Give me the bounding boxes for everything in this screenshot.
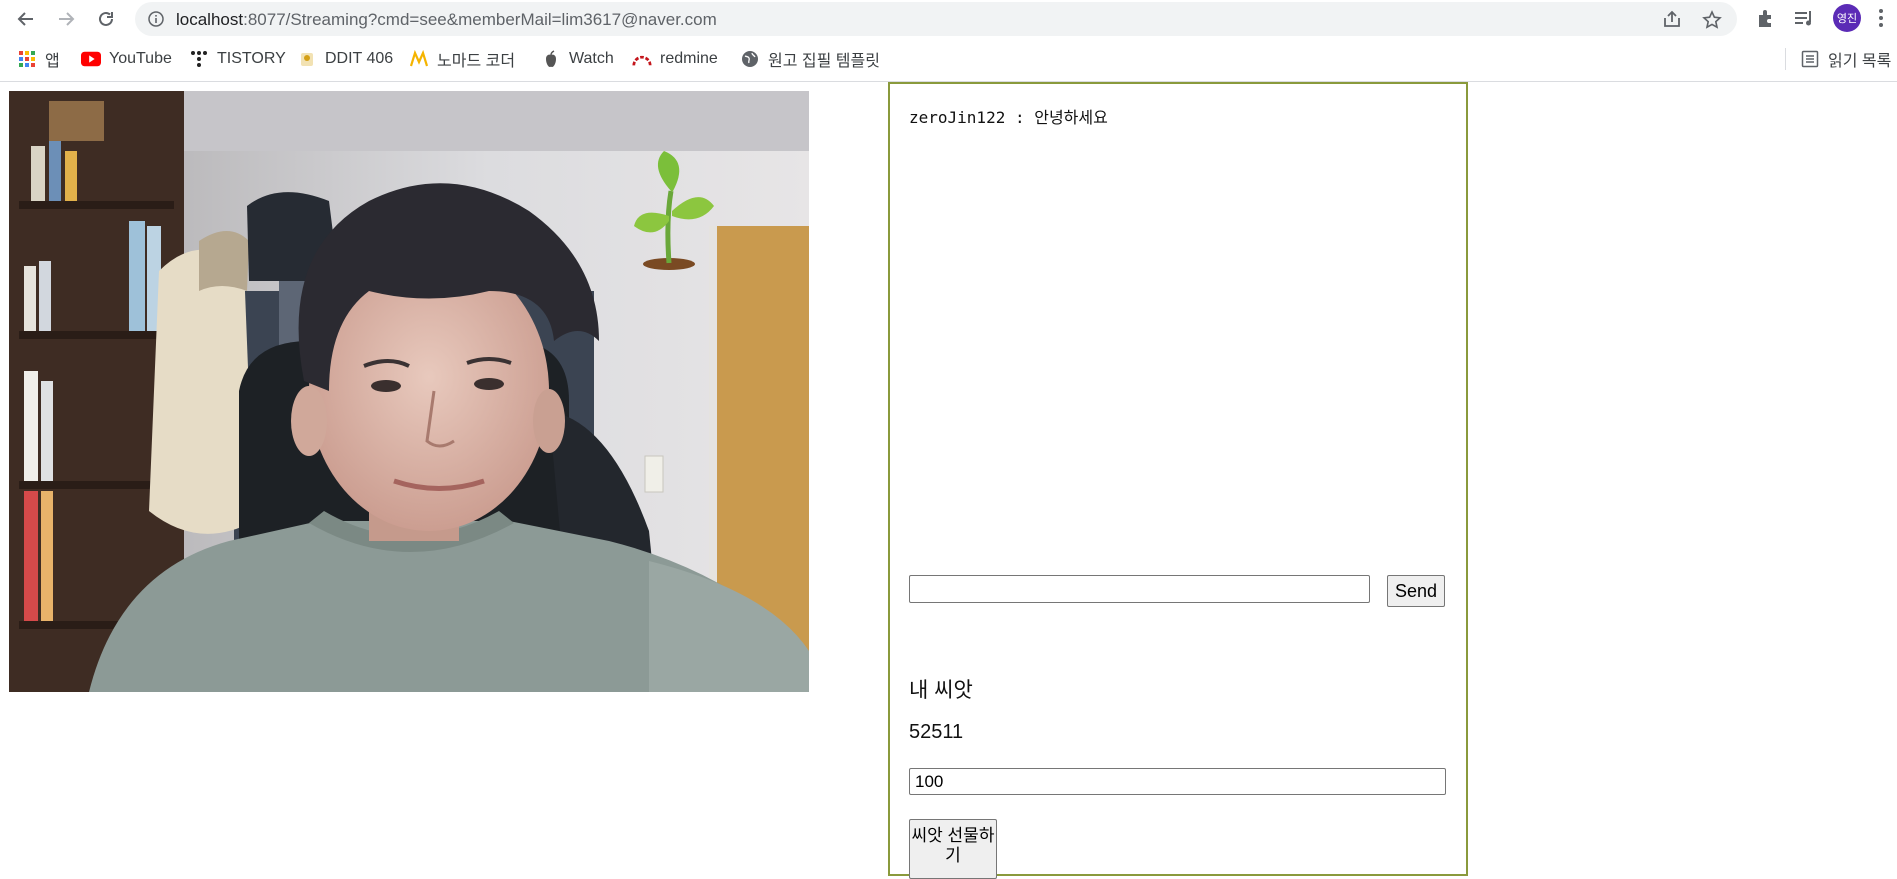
bookmark-label: YouTube	[109, 50, 172, 67]
bookmark-ddit[interactable]: DDIT 406	[297, 48, 393, 70]
address-bar[interactable]: localhost:8077/Streaming?cmd=see&memberM…	[135, 2, 1737, 36]
bookmarks-divider	[1785, 48, 1786, 70]
site-info-icon[interactable]	[148, 11, 164, 32]
chat-message: zeroJin122 : 안녕하세요	[909, 108, 1108, 127]
bookmark-tistory[interactable]: TISTORY	[189, 48, 286, 70]
bookmark-label: redmine	[660, 50, 718, 67]
url-path: :8077/Streaming?cmd=see&memberMail=lim36…	[243, 10, 717, 29]
bookmark-label: TISTORY	[217, 50, 286, 67]
bookmark-label: DDIT 406	[325, 50, 394, 67]
bookmark-label: 원고 집필 템플릿	[768, 53, 880, 70]
share-icon[interactable]	[1662, 10, 1682, 33]
youtube-icon	[81, 49, 101, 69]
bookmark-label: Watch	[569, 50, 614, 67]
profile-avatar[interactable]: 영진	[1833, 4, 1861, 32]
webcam-frame	[9, 91, 809, 692]
media-control-icon[interactable]	[1793, 7, 1815, 34]
bookmark-template[interactable]: 원고 집필 템플릿	[740, 48, 880, 70]
browser-toolbar: localhost:8077/Streaming?cmd=see&memberM…	[0, 0, 1897, 38]
seed-count: 52511	[909, 721, 964, 743]
reading-list-label: 읽기 목록	[1828, 53, 1892, 70]
reload-icon[interactable]	[94, 7, 118, 31]
seed-label: 내 씨앗	[909, 679, 973, 702]
back-icon[interactable]	[14, 7, 38, 31]
url-host: localhost	[176, 10, 244, 29]
menu-kebab-icon[interactable]	[1878, 7, 1884, 34]
forward-icon[interactable]	[54, 7, 78, 31]
extensions-icon[interactable]	[1755, 7, 1777, 34]
apps-grid-icon	[17, 49, 37, 69]
bookmark-label: 앱	[45, 53, 60, 70]
bookmark-star-icon[interactable]	[1702, 10, 1722, 35]
bookmark-youtube[interactable]: YouTube	[81, 48, 172, 70]
reading-list[interactable]: 읽기 목록	[1800, 48, 1891, 70]
bookmark-label: 노마드 코더	[437, 53, 516, 70]
chat-panel: zeroJin122 : 안녕하세요 Send 내 씨앗 52511 씨앗 선물…	[888, 82, 1468, 879]
apple-icon	[541, 49, 561, 69]
redmine-icon	[632, 49, 652, 69]
bookmark-watch[interactable]: Watch	[541, 48, 614, 70]
tistory-icon	[189, 49, 209, 69]
reading-list-icon	[1800, 49, 1820, 69]
bookmarks-bar: 앱 YouTube TISTORY DDIT 406 노마드 코더 Watch	[0, 38, 1897, 82]
gift-amount-input[interactable]	[909, 768, 1446, 795]
gift-seed-button[interactable]: 씨앗 선물하기	[909, 819, 997, 879]
chat-log: zeroJin122 : 안녕하세요	[909, 104, 1439, 544]
ddit-icon	[297, 49, 317, 69]
nomad-icon	[409, 49, 429, 69]
globe-icon	[740, 49, 760, 69]
bookmark-nomad[interactable]: 노마드 코더	[409, 48, 515, 70]
url-text[interactable]: localhost:8077/Streaming?cmd=see&memberM…	[176, 10, 717, 30]
chat-input[interactable]	[909, 575, 1370, 603]
send-button[interactable]: Send	[1387, 575, 1445, 607]
bookmark-redmine[interactable]: redmine	[632, 48, 718, 70]
bookmark-apps[interactable]: 앱	[17, 48, 60, 70]
stream-video	[9, 91, 809, 692]
